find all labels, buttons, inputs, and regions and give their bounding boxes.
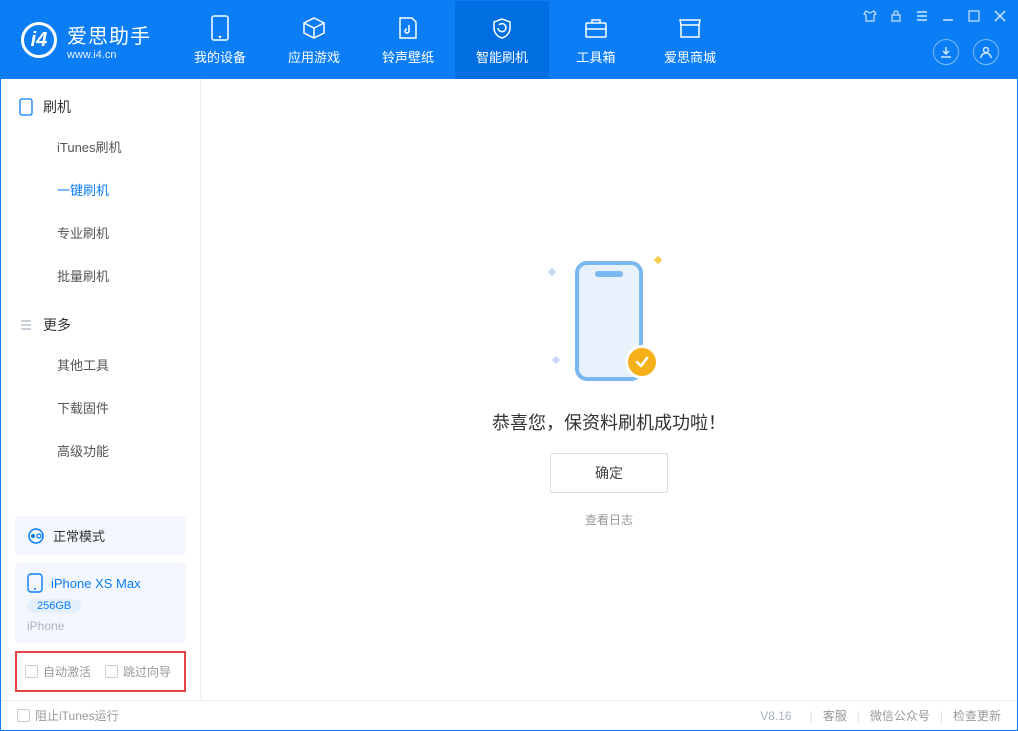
- minimize-icon[interactable]: [941, 9, 955, 23]
- link-update[interactable]: 检查更新: [953, 707, 1001, 724]
- tab-flash[interactable]: 智能刷机: [455, 1, 549, 79]
- device-type: iPhone: [27, 619, 64, 633]
- checkbox-label: 阻止iTunes运行: [35, 707, 119, 724]
- sidebar-item-pro-flash[interactable]: 专业刷机: [1, 211, 200, 254]
- lock-icon[interactable]: [889, 9, 903, 23]
- checkbox-label: 跳过向导: [123, 663, 171, 680]
- sidebar-item-advanced[interactable]: 高级功能: [1, 429, 200, 472]
- sidebar-group-flash: 刷机: [1, 79, 200, 125]
- window-controls: [863, 9, 1007, 23]
- app-name: 爱思助手: [67, 20, 151, 49]
- tab-label: 工具箱: [576, 47, 615, 66]
- download-icon[interactable]: [933, 39, 959, 65]
- tab-label: 智能刷机: [476, 47, 528, 66]
- group-title: 刷机: [43, 97, 71, 117]
- tab-label: 应用游戏: [288, 47, 340, 66]
- checkbox-block-itunes[interactable]: 阻止iTunes运行: [17, 707, 119, 724]
- link-support[interactable]: 客服: [823, 707, 847, 724]
- app-header: i4 爱思助手 www.i4.cn 我的设备 应用游戏 铃声壁纸 智能刷机 工具…: [1, 1, 1017, 79]
- sidebar-item-download-firmware[interactable]: 下载固件: [1, 386, 200, 429]
- store-icon: [677, 15, 703, 41]
- success-illustration: [549, 251, 669, 391]
- tab-label: 我的设备: [194, 47, 246, 66]
- sidebar-group-more: 更多: [1, 297, 200, 343]
- close-icon[interactable]: [993, 9, 1007, 23]
- checkbox-icon: [105, 665, 118, 678]
- app-logo: i4 爱思助手 www.i4.cn: [1, 1, 173, 79]
- checkbox-icon: [25, 665, 38, 678]
- tab-toolbox[interactable]: 工具箱: [549, 1, 643, 79]
- separator: |: [810, 709, 813, 723]
- logo-icon: i4: [21, 22, 57, 58]
- maximize-icon[interactable]: [967, 9, 981, 23]
- checkbox-skip-guide[interactable]: 跳过向导: [105, 663, 171, 680]
- list-icon: [19, 318, 33, 332]
- tab-apps[interactable]: 应用游戏: [267, 1, 361, 79]
- device-phone-icon: [27, 573, 43, 593]
- tab-my-device[interactable]: 我的设备: [173, 1, 267, 79]
- group-title: 更多: [43, 315, 71, 335]
- ok-button[interactable]: 确定: [550, 453, 668, 493]
- tab-ringtones[interactable]: 铃声壁纸: [361, 1, 455, 79]
- app-url: www.i4.cn: [67, 49, 151, 61]
- status-bar: 阻止iTunes运行 V8.16 | 客服 | 微信公众号 | 检查更新: [1, 700, 1017, 730]
- phone-outline-icon: [19, 98, 33, 116]
- view-log-link[interactable]: 查看日志: [585, 511, 633, 528]
- device-mode[interactable]: 正常模式: [15, 516, 186, 555]
- sidebar-item-oneclick-flash[interactable]: 一键刷机: [1, 168, 200, 211]
- mode-label: 正常模式: [53, 526, 105, 545]
- sidebar: 刷机 iTunes刷机 一键刷机 专业刷机 批量刷机 更多 其他工具 下载固件 …: [1, 79, 201, 700]
- separator: |: [857, 709, 860, 723]
- tab-label: 爱思商城: [664, 47, 716, 66]
- music-file-icon: [395, 15, 421, 41]
- flash-options-highlight: 自动激活 跳过向导: [15, 651, 186, 692]
- cube-icon: [301, 15, 327, 41]
- briefcase-icon: [583, 15, 609, 41]
- tab-label: 铃声壁纸: [382, 47, 434, 66]
- version-label: V8.16: [760, 709, 791, 723]
- device-storage: 256GB: [27, 599, 81, 613]
- checkbox-icon: [17, 709, 30, 722]
- menu-icon[interactable]: [915, 9, 929, 23]
- sparkle-icon: [552, 356, 560, 364]
- sidebar-item-batch-flash[interactable]: 批量刷机: [1, 254, 200, 297]
- tab-store[interactable]: 爱思商城: [643, 1, 737, 79]
- main-tabs: 我的设备 应用游戏 铃声壁纸 智能刷机 工具箱 爱思商城: [173, 1, 737, 79]
- user-icon[interactable]: [973, 39, 999, 65]
- mode-icon: [27, 527, 45, 545]
- checkmark-badge-icon: [625, 345, 659, 379]
- sidebar-item-other-tools[interactable]: 其他工具: [1, 343, 200, 386]
- device-icon: [207, 15, 233, 41]
- checkbox-auto-activate[interactable]: 自动激活: [25, 663, 91, 680]
- header-actions: [933, 39, 999, 65]
- device-name: iPhone XS Max: [51, 576, 141, 591]
- sparkle-icon: [548, 268, 556, 276]
- sidebar-item-itunes-flash[interactable]: iTunes刷机: [1, 125, 200, 168]
- success-message: 恭喜您，保资料刷机成功啦！: [492, 409, 726, 435]
- main-content: 恭喜您，保资料刷机成功啦！ 确定 查看日志: [201, 79, 1017, 700]
- separator: |: [940, 709, 943, 723]
- checkbox-label: 自动激活: [43, 663, 91, 680]
- refresh-shield-icon: [489, 15, 515, 41]
- link-wechat[interactable]: 微信公众号: [870, 707, 930, 724]
- device-card[interactable]: iPhone XS Max 256GB iPhone: [15, 563, 186, 643]
- sparkle-icon: [654, 256, 662, 264]
- shirt-icon[interactable]: [863, 9, 877, 23]
